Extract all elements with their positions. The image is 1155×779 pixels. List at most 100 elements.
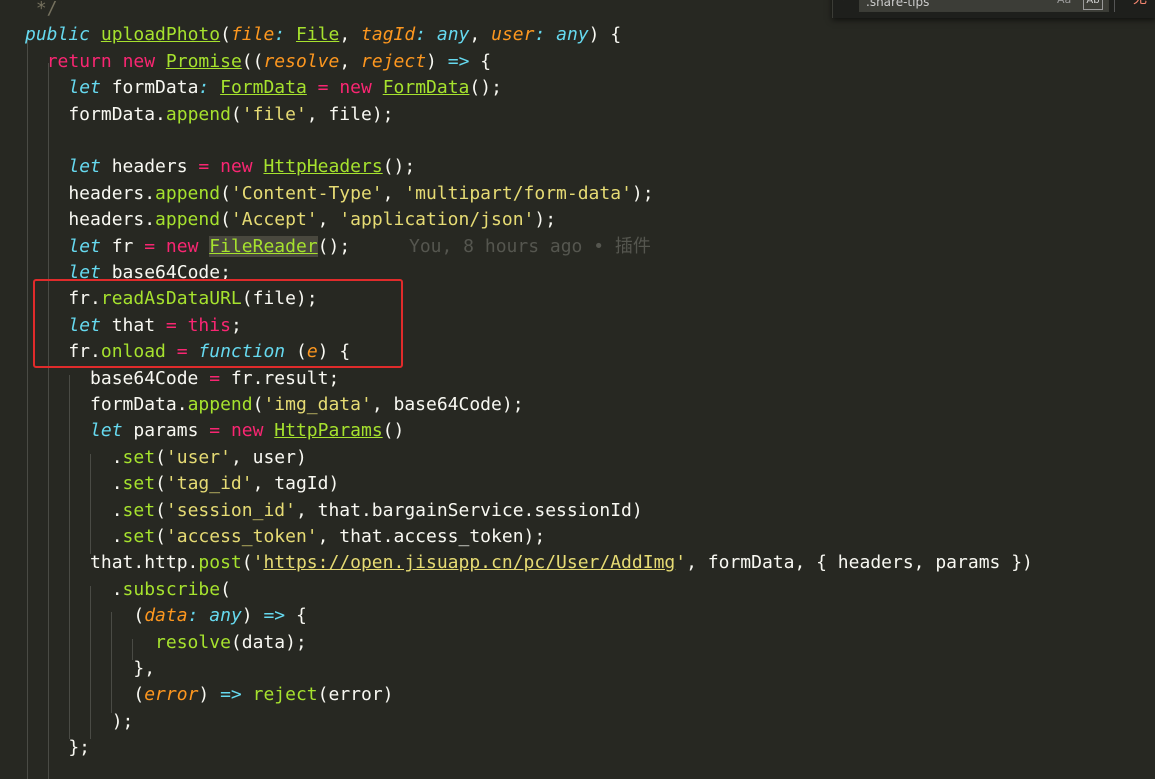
code-token: let <box>68 156 101 178</box>
code-token: ) <box>426 50 448 72</box>
code-token: FormData <box>220 77 307 99</box>
code-token: { <box>469 50 492 72</box>
code-token: (); <box>469 77 502 99</box>
code-token: , that.access_token); <box>317 526 546 547</box>
code-token: append <box>155 182 221 204</box>
code-token: ' <box>252 552 264 574</box>
code-token: }, <box>25 658 156 679</box>
code-token: let <box>90 420 123 442</box>
code-token: data <box>144 605 188 627</box>
code-token: 'img_data' <box>263 394 372 415</box>
code-token: headers. <box>25 209 156 231</box>
code-token: 'application/json' <box>339 209 535 231</box>
code-token: , formData, { headers, params }) <box>686 552 1033 574</box>
code-token: (error) <box>317 684 394 706</box>
code-token: }; <box>25 737 91 759</box>
code-token: HttpHeaders <box>263 156 383 178</box>
code-token: = <box>209 367 221 389</box>
code-line: }, <box>25 656 155 682</box>
annotation-highlight-box <box>33 279 403 368</box>
code-token: */ <box>25 0 58 19</box>
code-token: ( <box>220 182 231 204</box>
code-token: fr.result; <box>220 367 340 389</box>
code-line: let headers = new HttpHeaders(); <box>25 154 415 180</box>
code-token: = <box>317 77 329 99</box>
code-token: => <box>220 684 242 706</box>
find-input[interactable]: .share-tips <box>859 0 1109 12</box>
code-token: that.http. <box>25 552 199 574</box>
code-token: resolve <box>263 50 340 72</box>
code-line: formData.append('file', file); <box>25 102 393 128</box>
find-widget[interactable]: › .share-tips Aa Ab 无 <box>832 0 1155 18</box>
code-line: formData.append('img_data', base64Code); <box>25 392 524 418</box>
code-token: https://open.jisuapp.cn/pc/User/AddImg <box>263 552 676 574</box>
code-token: ( <box>155 473 166 495</box>
code-line: let formData: FormData = new FormData(); <box>25 75 502 101</box>
code-token: (data); <box>230 631 307 653</box>
code-token: ( <box>155 446 166 468</box>
code-token: new <box>230 420 264 442</box>
code-token: any <box>436 24 470 46</box>
code-token: new <box>220 156 253 178</box>
code-token: post <box>198 552 242 574</box>
code-token: ( <box>155 526 166 547</box>
code-token: new <box>339 77 372 99</box>
code-editor[interactable]: */ public uploadPhoto(file: File, tagId: … <box>0 0 1155 779</box>
code-token: (); <box>382 156 416 178</box>
code-token: ) { <box>588 24 622 46</box>
code-token: ( <box>220 578 231 600</box>
chevron-right-icon[interactable]: › <box>842 0 847 4</box>
code-token: , <box>317 209 340 231</box>
code-token: return <box>46 50 112 72</box>
code-token: formData. <box>25 394 188 415</box>
code-token: () <box>382 420 405 442</box>
code-token: 'Accept' <box>230 209 318 231</box>
code-token: ( <box>220 209 231 231</box>
code-token: append <box>165 103 231 125</box>
code-token: = <box>198 156 210 178</box>
code-token: params <box>122 420 210 442</box>
code-line: ); <box>25 709 134 735</box>
code-token: fr <box>100 235 145 257</box>
code-token: , base64Code); <box>371 394 524 415</box>
code-token: set <box>122 446 156 468</box>
code-token: : <box>534 24 546 46</box>
code-token: formData. <box>25 103 166 125</box>
code-token: ( <box>220 24 231 46</box>
code-token: 'access_token' <box>165 526 318 547</box>
code-token: uploadPhoto <box>100 24 221 46</box>
code-line: .subscribe( <box>25 577 231 603</box>
find-separator <box>1114 0 1115 12</box>
code-token: new <box>122 50 156 72</box>
code-line: .set('session_id', that.bargainService.s… <box>25 498 643 524</box>
code-token: (( <box>241 50 264 72</box>
code-token: resolve <box>155 631 231 653</box>
match-case-toggle[interactable]: Aa <box>1057 0 1071 6</box>
code-token: ) <box>198 684 221 706</box>
code-token: reject <box>361 50 427 72</box>
code-line: resolve(data); <box>25 630 307 656</box>
code-token: ); <box>25 710 134 732</box>
code-token: : <box>274 24 286 46</box>
whole-word-toggle[interactable]: Ab <box>1083 0 1103 10</box>
code-token: formData <box>100 77 199 99</box>
code-token: ( <box>241 552 253 574</box>
code-token: set <box>122 499 156 521</box>
code-token: 'tag_id' <box>165 473 253 495</box>
code-token: let <box>68 235 101 257</box>
code-token: ( <box>155 499 166 521</box>
code-token: 'user' <box>165 446 231 468</box>
code-token: , <box>339 50 362 72</box>
